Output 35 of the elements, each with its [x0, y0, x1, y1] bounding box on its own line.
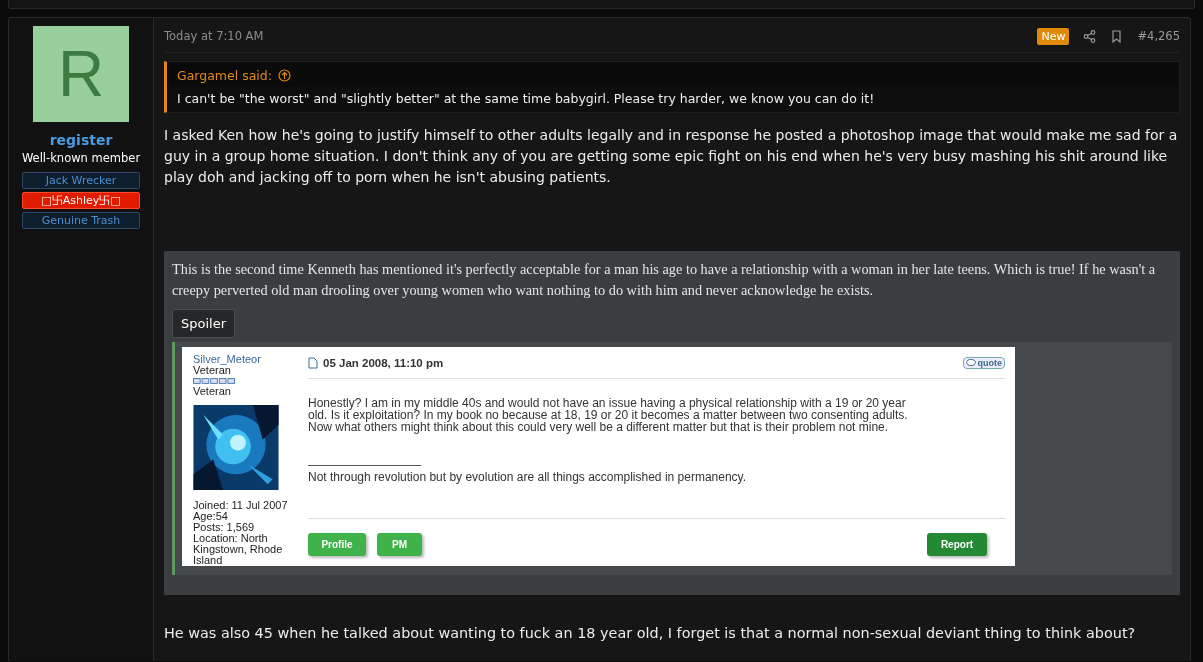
post-date: 05 Jan 2008, 11:10 pm	[323, 357, 444, 369]
poster-detail: Joined: 11 Jul 2007	[193, 500, 289, 511]
username-link[interactable]: register	[49, 132, 113, 148]
post-number-link[interactable]: #4,265	[1137, 29, 1180, 43]
new-badge: New	[1037, 27, 1070, 45]
user-avatar[interactable]: R	[33, 26, 129, 122]
spoiler-button[interactable]: Spoiler	[172, 309, 236, 338]
quoted-text: This is the second time Kenneth has mentioned it's perfectly acceptable for a man his age to have a relationship with a woman in her late teens. Which is true! If he wasn't a creepy perverted old man drooling over young women who want nothing to do with him and never acknowledge he exists.	[172, 260, 1157, 300]
user-banner: Jack Wrecker	[22, 172, 140, 189]
message-button[interactable]: PM	[377, 533, 422, 556]
document-icon	[308, 357, 318, 369]
profile-button[interactable]: Profile	[308, 533, 366, 556]
post-text: Honestly? I am in my middle 40s and would not have an issue having a physical relationship with a 19 or 20 year old. Is it exploitation? In my book no because at 18, 19 or 20 it becomes a matter between two consenting adults. Now what others might think about this could very well be a different matter but that is their problem not mine.	[308, 397, 909, 433]
post-time[interactable]: Today at 7:10 AM	[164, 29, 264, 43]
poster-name: Silver_Meteor	[193, 354, 262, 365]
quote-author-link[interactable]: Gargamel said:	[177, 68, 272, 83]
poster-detail: Location: North Kingstown, Rhode Island	[193, 533, 284, 566]
poster-rank-label: Veteran	[193, 385, 232, 397]
signature-text: Not through revolution but by evolution are all things accomplished in permanency.	[308, 470, 748, 484]
post-text: He was also 45 when he talked about wanting to fuck an 18 year old, I forget is that a normal non-sexual deviant thing to think about?	[164, 625, 1137, 641]
quote-text: I can't be "the worst" and "slightly better" at the same time babygirl. Please try harder, we know you can do it!	[167, 87, 1179, 112]
user-banner: Genuine Trash	[22, 212, 140, 229]
speech-bubble-icon	[965, 359, 976, 367]
poster-detail: Age:54	[193, 511, 229, 522]
poster-detail: Posts: 1,569	[193, 522, 256, 533]
user-banner: □卐Ashley卐□	[22, 192, 140, 209]
poster-rank: Veteran	[193, 365, 231, 376]
user-title: Well-known member	[21, 151, 141, 165]
share-icon	[1083, 29, 1097, 43]
arrow-up-icon	[277, 69, 291, 82]
post-text: I asked Ken how he's going to justify himself to other adults legally and in response he posted a photoshop image that would make me sad for a guy in a group home situation. I don't think any of you are getting some epic fight on his end when he's very busy mashing his shit around like play doh and jacking off to porn when he isn't abusing patients.	[164, 126, 1179, 187]
quote-button[interactable]: quote	[962, 357, 1005, 369]
rank-pips-icon	[193, 378, 237, 384]
bookmark-icon	[1110, 29, 1124, 43]
report-button[interactable]: Report	[927, 533, 987, 556]
